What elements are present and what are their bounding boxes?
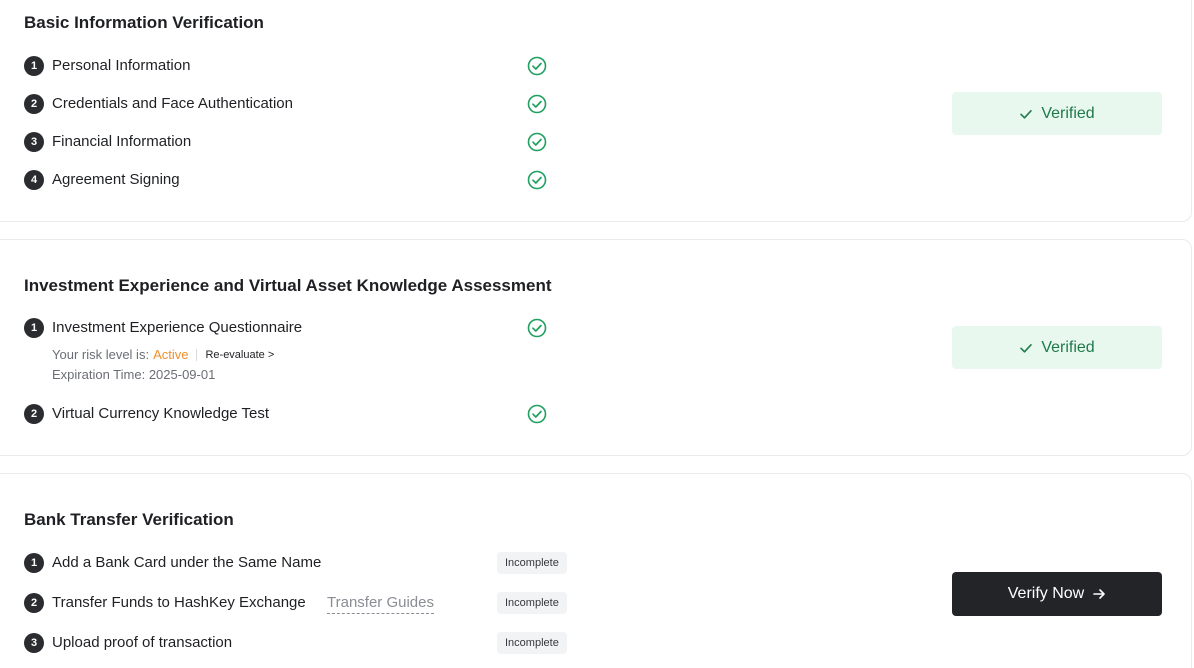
incomplete-status-pill: Incomplete bbox=[497, 552, 567, 574]
step-financial-information: Financial Information bbox=[52, 133, 192, 150]
step-number: 2 bbox=[24, 593, 44, 613]
check-circle-icon bbox=[527, 170, 547, 190]
step-upload-proof: Upload proof of transaction bbox=[52, 634, 233, 651]
arrow-right-icon bbox=[1093, 589, 1106, 599]
step-credentials-face-auth: Credentials and Face Authentication bbox=[52, 95, 293, 112]
verify-now-label: Verify Now bbox=[1007, 585, 1085, 602]
check-circle-icon bbox=[527, 56, 547, 76]
verified-badge: Verified bbox=[952, 92, 1162, 135]
risk-level-prefix: Your risk level is: bbox=[52, 347, 150, 362]
checkmark-icon bbox=[1020, 109, 1033, 119]
step-number: 1 bbox=[24, 56, 44, 76]
verified-label: Verified bbox=[1041, 104, 1095, 122]
checkmark-icon bbox=[1020, 343, 1033, 353]
step-agreement-signing: Agreement Signing bbox=[52, 171, 180, 188]
check-circle-icon bbox=[527, 132, 547, 152]
divider bbox=[196, 348, 198, 361]
check-circle-icon bbox=[527, 94, 547, 114]
risk-level-status: Active bbox=[153, 347, 189, 362]
verify-now-button[interactable]: Verify Now bbox=[952, 572, 1162, 616]
check-circle-icon bbox=[527, 404, 547, 424]
bank-transfer-title: Bank Transfer Verification bbox=[24, 510, 234, 529]
step-number: 1 bbox=[24, 318, 44, 338]
re-evaluate-link[interactable]: Re-evaluate > bbox=[205, 349, 274, 361]
step-number: 2 bbox=[24, 404, 44, 424]
verified-badge: Verified bbox=[952, 326, 1162, 369]
step-virtual-currency-test: Virtual Currency Knowledge Test bbox=[52, 405, 270, 422]
step-number: 2 bbox=[24, 94, 44, 114]
investment-assessment-title: Investment Experience and Virtual Asset … bbox=[24, 276, 552, 295]
basic-info-title: Basic Information Verification bbox=[24, 13, 264, 32]
risk-level-line: Your risk level is: Active Re-evaluate > bbox=[52, 347, 274, 362]
step-number: 3 bbox=[24, 132, 44, 152]
step-number: 3 bbox=[24, 633, 44, 653]
verified-label: Verified bbox=[1041, 338, 1095, 356]
step-investment-questionnaire: Investment Experience Questionnaire bbox=[52, 319, 303, 336]
step-add-bank-card: Add a Bank Card under the Same Name bbox=[52, 554, 322, 571]
expiration-time: Expiration Time: 2025-09-01 bbox=[52, 367, 216, 382]
transfer-guides-link[interactable]: Transfer Guides bbox=[327, 593, 434, 614]
step-transfer-funds: Transfer Funds to HashKey Exchange bbox=[52, 594, 306, 611]
step-number: 4 bbox=[24, 170, 44, 190]
step-number: 1 bbox=[24, 553, 44, 573]
check-circle-icon bbox=[527, 318, 547, 338]
incomplete-status-pill: Incomplete bbox=[497, 592, 567, 614]
step-personal-information: Personal Information bbox=[52, 57, 191, 74]
incomplete-status-pill: Incomplete bbox=[497, 632, 567, 654]
